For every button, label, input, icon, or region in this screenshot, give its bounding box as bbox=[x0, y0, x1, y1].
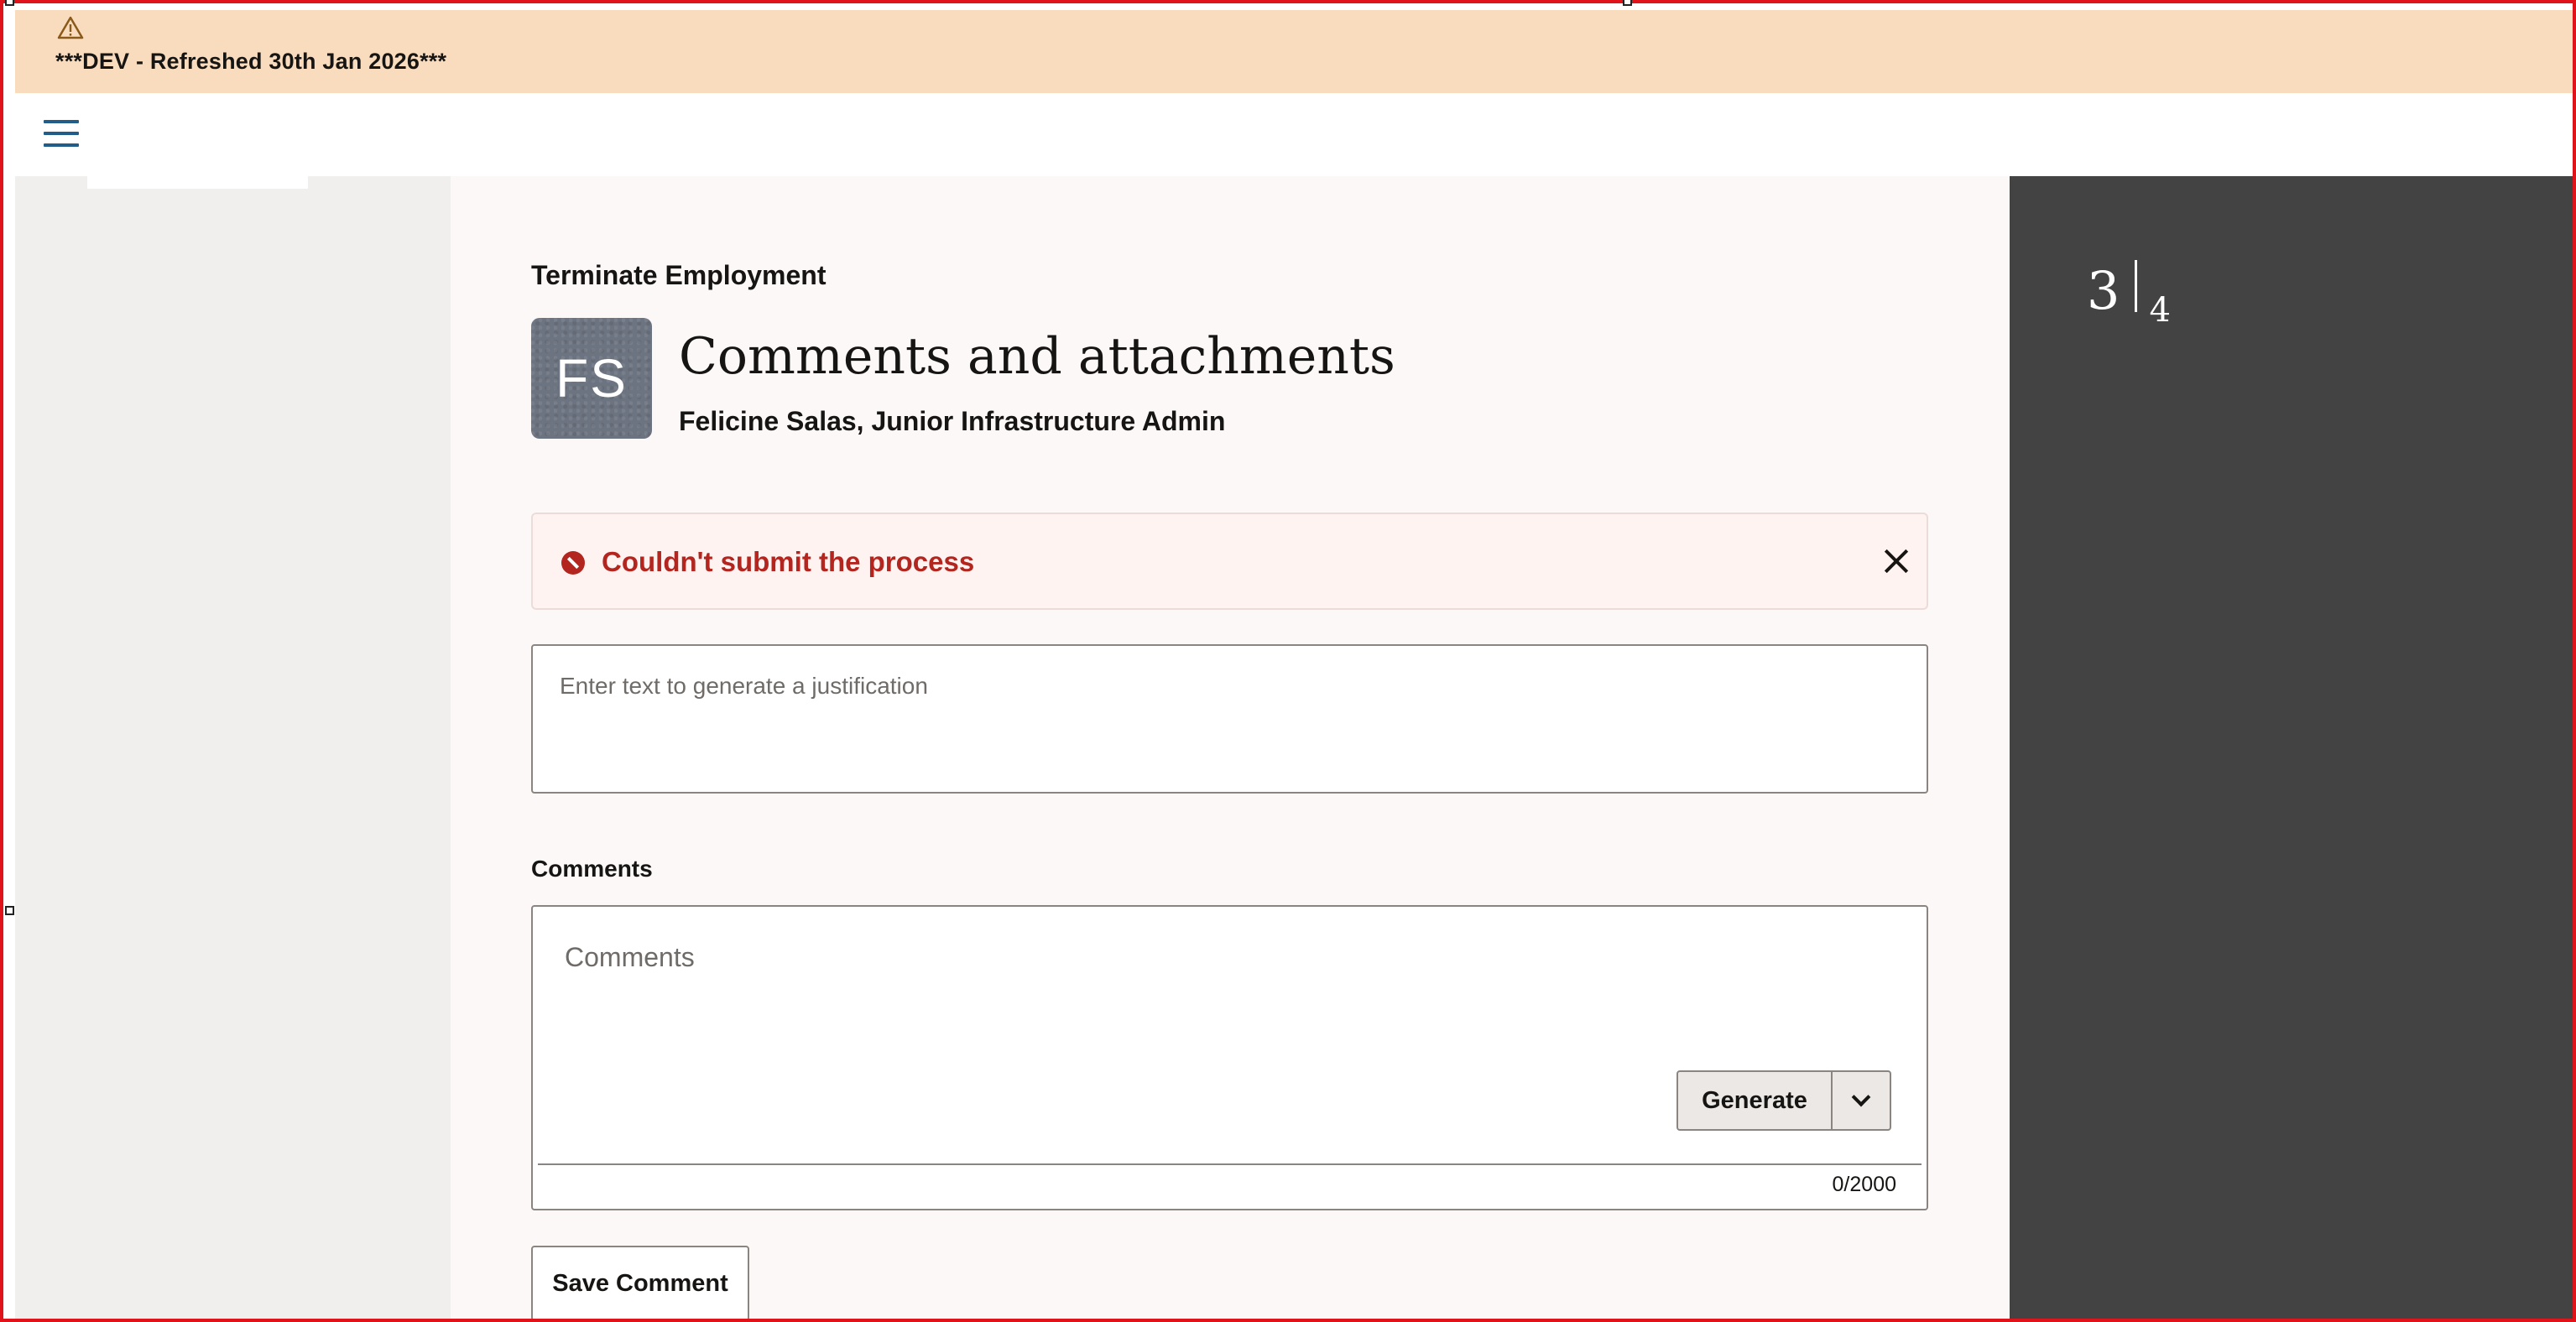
main-content: Terminate Employment FS Comments and att… bbox=[451, 176, 2010, 1321]
chevron-down-icon bbox=[1851, 1087, 1871, 1107]
current-step: 3 bbox=[2087, 260, 2120, 321]
left-rail-tab bbox=[87, 176, 308, 189]
generate-menu-button[interactable] bbox=[1833, 1072, 1890, 1129]
step-indicator: 3 4 bbox=[2087, 260, 2171, 327]
page-title: Comments and attachments bbox=[679, 327, 1395, 386]
avatar: FS bbox=[531, 318, 652, 439]
app-header bbox=[15, 93, 2573, 176]
error-message-box: Couldn't submit the process bbox=[531, 513, 1928, 610]
generate-split-button: Generate bbox=[1676, 1070, 1891, 1131]
banner-text: ***DEV - Refreshed 30th Jan 2026*** bbox=[55, 49, 447, 74]
comments-divider bbox=[538, 1163, 1922, 1165]
avatar-initials: FS bbox=[555, 348, 628, 409]
save-comment-button[interactable]: Save Comment bbox=[531, 1246, 749, 1321]
dev-environment-banner: ***DEV - Refreshed 30th Jan 2026*** bbox=[15, 10, 2573, 93]
resize-handle-top[interactable] bbox=[1623, 0, 1632, 6]
hamburger-icon[interactable] bbox=[44, 117, 79, 150]
generate-button[interactable]: Generate bbox=[1678, 1072, 1833, 1129]
total-steps: 4 bbox=[2149, 291, 2171, 330]
step-separator bbox=[2135, 260, 2138, 312]
error-circle-icon bbox=[561, 551, 585, 575]
warning-icon bbox=[57, 16, 84, 39]
comments-label: Comments bbox=[531, 856, 653, 882]
person-subtitle: Felicine Salas, Junior Infrastructure Ad… bbox=[679, 406, 1226, 436]
error-message: Couldn't submit the process bbox=[602, 546, 975, 577]
left-rail bbox=[15, 176, 451, 1319]
resize-handle-left[interactable] bbox=[5, 906, 14, 915]
character-counter: 0/2000 bbox=[1832, 1173, 1896, 1196]
comments-editor: Generate 0/2000 bbox=[531, 905, 1928, 1210]
progress-panel: 3 4 bbox=[2010, 176, 2573, 1319]
justification-input[interactable] bbox=[531, 644, 1928, 794]
close-icon[interactable] bbox=[1880, 544, 1913, 578]
resize-handle-top-left[interactable] bbox=[5, 0, 14, 6]
process-title: Terminate Employment bbox=[531, 260, 827, 290]
